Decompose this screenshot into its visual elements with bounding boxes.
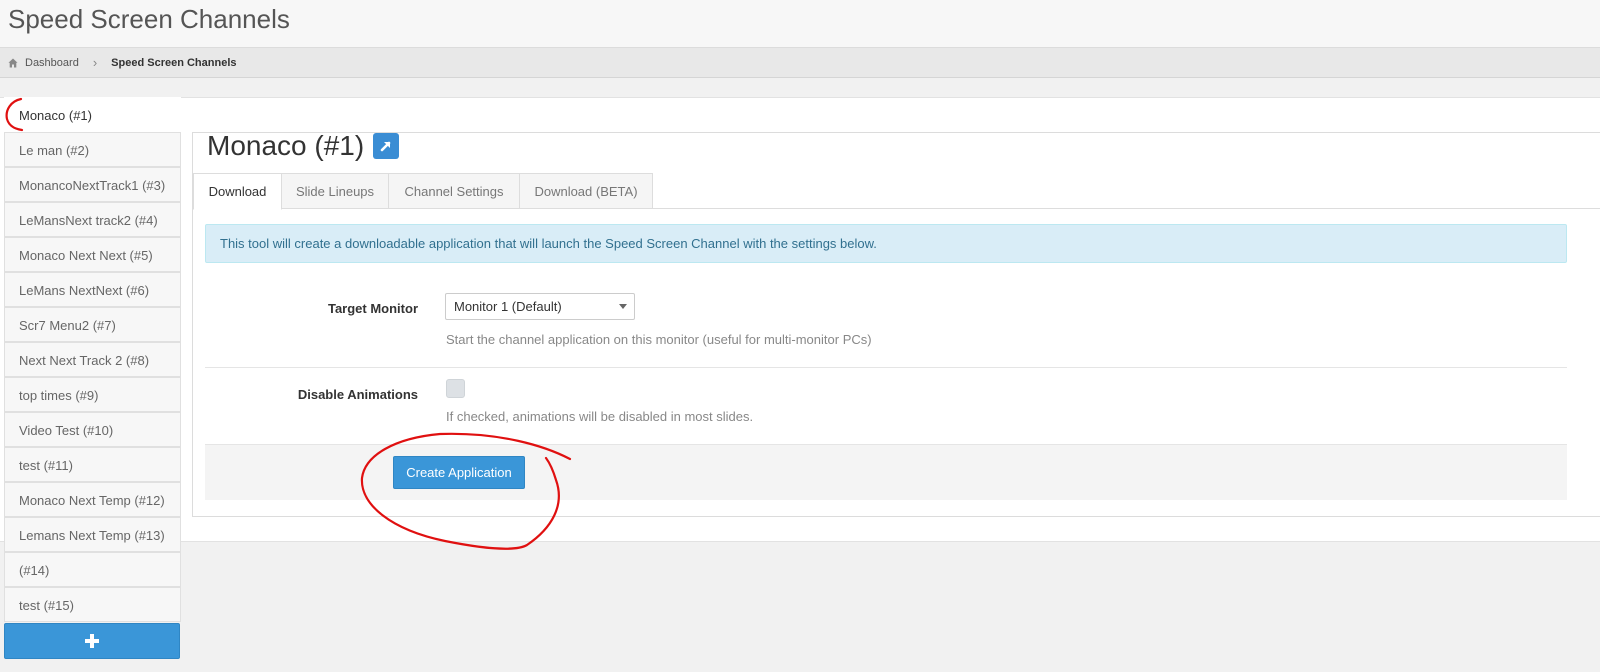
external-link-icon[interactable] [373,133,400,159]
channel-title-text: Monaco (#1) [207,130,365,161]
sidebar-item-label: top times (#9) [19,388,99,403]
plus-icon [85,634,99,648]
tab-label: Download (BETA) [534,184,638,199]
sidebar-item-label: Monaco (#1) [19,108,92,123]
breadcrumb-dashboard-link[interactable]: Dashboard [25,57,79,69]
create-application-button[interactable]: Create Application [393,456,525,489]
tab-label: Channel Settings [404,184,504,199]
add-channel-button[interactable] [4,623,180,659]
sidebar-item-label: test (#11) [19,458,73,473]
sidebar-item-channel-1[interactable]: Monaco (#1) [4,97,181,132]
sidebar-item-channel-2[interactable]: Le man (#2) [4,132,181,167]
sidebar-item-label: Scr7 Menu2 (#7) [19,318,116,333]
target-monitor-value: Monitor 1 (Default) [454,299,562,314]
tab-label: Slide Lineups [295,184,375,199]
sidebar-item-label: Next Next Track 2 (#8) [19,353,150,368]
sidebar-item-channel-4[interactable]: LeMansNext track2 (#4) [4,202,181,237]
disable-animations-help: If checked, animations will be disabled … [446,409,754,424]
sidebar-item-label: (#14) [19,563,50,578]
target-monitor-label: Target Monitor [327,301,418,316]
sidebar-item-label: Monaco Next Temp (#12) [19,493,165,508]
target-monitor-select[interactable]: Monitor 1 (Default) [445,293,635,320]
form-divider [205,367,1567,368]
sidebar-item-channel-12[interactable]: Monaco Next Temp (#12) [4,482,181,517]
sidebar-item-label: Le man (#2) [19,143,90,158]
caret-down-icon [619,304,627,309]
breadcrumb: Dashboard › Speed Screen Channels [0,48,1600,78]
tab-slide-lineups[interactable]: Slide Lineups [281,173,389,209]
breadcrumb-current: Speed Screen Channels [111,56,237,69]
tab-bar: Download Slide Lineups Channel Settings … [193,173,1600,210]
sidebar-item-channel-7[interactable]: Scr7 Menu2 (#7) [4,307,181,342]
sidebar-item-channel-8[interactable]: Next Next Track 2 (#8) [4,342,181,377]
sidebar-item-channel-3[interactable]: MonancoNextTrack1 (#3) [4,167,181,202]
sidebar-item-channel-11[interactable]: test (#11) [4,447,181,482]
disable-animations-label: Disable Animations [297,387,418,402]
sidebar-item-channel-13[interactable]: Lemans Next Temp (#13) [4,517,181,552]
sidebar-item-channel-6[interactable]: LeMans NextNext (#6) [4,272,181,307]
tab-label: Download [208,184,267,199]
sidebar-item-label: test (#15) [19,598,74,613]
sidebar-item-channel-15[interactable]: test (#15) [4,587,181,622]
sidebar-item-label: Lemans Next Temp (#13) [19,528,165,543]
disable-animations-checkbox[interactable] [446,379,465,398]
tab-channel-settings[interactable]: Channel Settings [388,173,520,209]
arrow-up-right-icon [380,141,391,152]
sidebar-item-label: MonancoNextTrack1 (#3) [19,178,166,193]
target-monitor-help: Start the channel application on this mo… [446,332,872,347]
tab-download[interactable]: Download [193,173,282,210]
home-icon [8,58,18,67]
sidebar-item-label: Video Test (#10) [19,423,114,438]
page-title: Speed Screen Channels [8,4,290,34]
sidebar-item-label: LeMans NextNext (#6) [19,283,150,298]
info-alert: This tool will create a downloadable app… [205,224,1567,263]
chevron-right-icon: › [92,55,98,70]
sidebar-item-channel-9[interactable]: top times (#9) [4,377,181,412]
sidebar-item-label: Monaco Next Next (#5) [19,248,153,263]
page-header: Speed Screen Channels [0,0,1600,48]
sidebar-item-label: LeMansNext track2 (#4) [19,213,158,228]
channel-title: Monaco (#1) [207,130,400,162]
sidebar-item-channel-10[interactable]: Video Test (#10) [4,412,181,447]
sidebar-item-channel-5[interactable]: Monaco Next Next (#5) [4,237,181,272]
sidebar-item-channel-14[interactable]: (#14) [4,552,181,587]
tab-download-beta[interactable]: Download (BETA) [519,173,653,209]
